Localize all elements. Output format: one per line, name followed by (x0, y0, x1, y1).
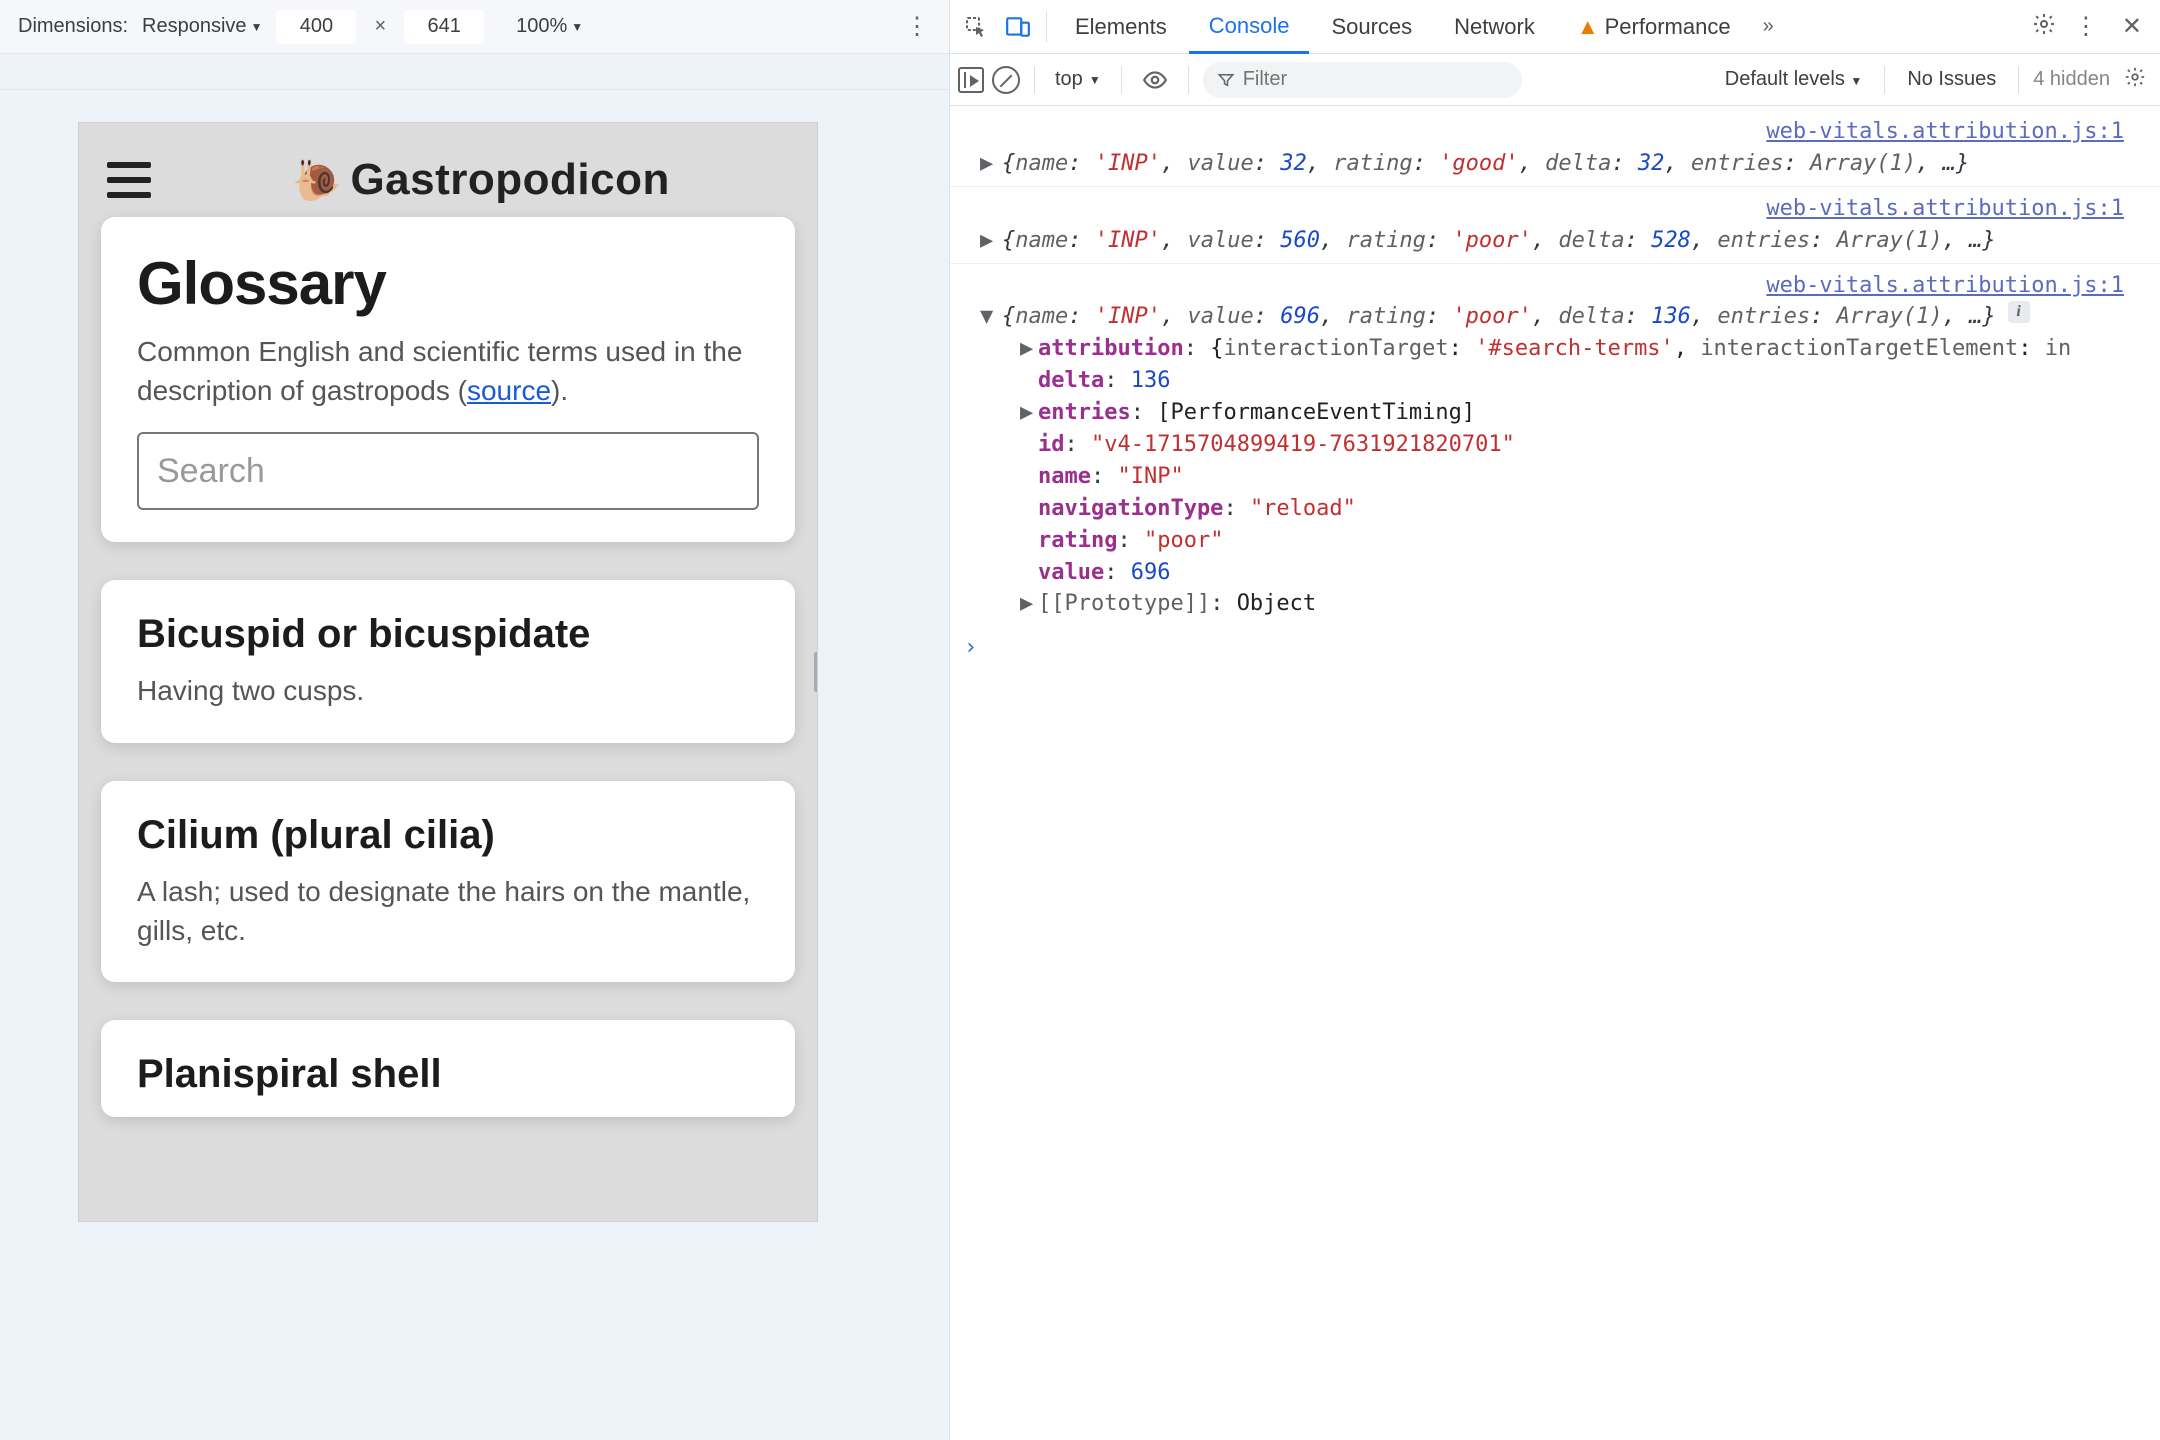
object-property[interactable]: ▶[[Prototype]]: Object (980, 588, 2150, 620)
expand-toggle-icon[interactable]: ▶ (1020, 397, 1038, 429)
device-frame[interactable]: 🐌Gastropodicon Glossary Common English a… (78, 122, 818, 1222)
devtools-menu-icon[interactable]: ⋮ (2064, 12, 2108, 41)
object-property[interactable]: navigationType: "reload" (980, 493, 2150, 525)
info-icon[interactable]: i (2008, 301, 2030, 323)
console-message: web-vitals.attribution.js:1 ▼{name: 'INP'… (950, 263, 2160, 627)
clear-console-icon[interactable] (992, 66, 1020, 94)
device-menu-icon[interactable]: ⋮ (897, 12, 937, 41)
inspect-icon[interactable] (956, 7, 996, 47)
source-link[interactable]: web-vitals.attribution.js:1 (1766, 196, 2124, 221)
object-property[interactable]: delta: 136 (980, 365, 2150, 397)
warning-icon: ▲ (1577, 14, 1599, 40)
brand-title: 🐌Gastropodicon (173, 155, 789, 205)
object-property[interactable]: value: 696 (980, 557, 2150, 589)
devtools-tabs: Elements Console Sources Network ▲Perfor… (950, 0, 2160, 54)
object-property[interactable]: ▶entries: [PerformanceEventTiming] (980, 397, 2150, 429)
viewport-surface: 🐌Gastropodicon Glossary Common English a… (0, 90, 949, 1440)
object-property[interactable]: ▶attribution: {interactionTarget: '#sear… (980, 333, 2150, 365)
filter-wrap[interactable] (1203, 62, 1522, 98)
height-input[interactable] (404, 10, 484, 44)
hamburger-icon[interactable] (107, 162, 151, 198)
object-property[interactable]: name: "INP" (980, 461, 2150, 493)
term-title: Cilium (plural cilia) (137, 813, 759, 858)
search-input[interactable] (137, 432, 759, 510)
chevron-down-icon: ▼ (1089, 73, 1101, 87)
console-message: web-vitals.attribution.js:1 ▶{name: 'INP'… (950, 186, 2160, 263)
console-settings-icon[interactable] (2118, 66, 2152, 94)
expand-toggle-icon[interactable]: ▼ (980, 301, 998, 333)
source-link[interactable]: source (467, 375, 551, 406)
term-title: Planispiral shell (137, 1052, 759, 1097)
object-property[interactable]: rating: "poor" (980, 525, 2150, 557)
expand-toggle-icon[interactable]: ▶ (1020, 333, 1038, 365)
device-toolbar: Dimensions: Responsive ▼ × 100% ▼ ⋮ (0, 0, 949, 54)
console-body[interactable]: web-vitals.attribution.js:1▶{name: 'INP'… (950, 106, 2160, 1440)
live-expression-icon[interactable] (1136, 67, 1174, 93)
term-body: A lash; used to designate the hairs on t… (137, 872, 759, 950)
term-title: Bicuspid or bicuspidate (137, 612, 759, 657)
term-card: Bicuspid or bicuspidate Having two cusps… (101, 580, 795, 742)
console-toolbar: top▼ Default levels ▼ No Issues 4 hidden (950, 54, 2160, 106)
settings-icon[interactable] (2026, 12, 2062, 42)
chevron-down-icon: ▼ (251, 20, 263, 34)
intro-card: Glossary Common English and scientific t… (101, 217, 795, 542)
term-body: Having two cusps. (137, 671, 759, 710)
expand-toggle-icon[interactable]: ▶ (980, 148, 998, 180)
page-intro: Common English and scientific terms used… (137, 332, 759, 410)
context-picker[interactable]: top▼ (1049, 68, 1107, 91)
issues-link[interactable]: No Issues (1899, 68, 2004, 91)
resize-handle-corner[interactable] (813, 1217, 818, 1222)
expand-toggle-icon[interactable]: ▶ (980, 225, 998, 257)
device-picker[interactable]: Responsive ▼ (142, 15, 262, 38)
width-input[interactable] (276, 10, 356, 44)
source-link[interactable]: web-vitals.attribution.js:1 (1766, 273, 2124, 298)
resize-handle-right[interactable] (809, 644, 818, 700)
filter-icon (1217, 71, 1235, 89)
close-icon[interactable]: ✕ (2110, 12, 2154, 41)
page-title: Glossary (137, 249, 759, 318)
tab-performance[interactable]: ▲Performance (1557, 0, 1751, 53)
snail-icon: 🐌 (292, 159, 342, 203)
chevron-down-icon: ▼ (1850, 74, 1862, 88)
splitter[interactable] (945, 90, 949, 1440)
rulers (0, 54, 949, 90)
object-property[interactable]: id: "v4-1715704899419-7631921820701" (980, 429, 2150, 461)
console-sidebar-toggle-icon[interactable] (958, 67, 984, 93)
log-object[interactable]: {name: 'INP', value: 32, rating: 'good',… (1002, 148, 1969, 180)
tab-network[interactable]: Network (1434, 0, 1555, 53)
more-tabs-icon[interactable]: » (1753, 15, 1784, 38)
device-name: Responsive (142, 15, 247, 38)
tab-elements[interactable]: Elements (1055, 0, 1187, 53)
console-prompt[interactable]: › (950, 626, 2160, 670)
dimensions-label: Dimensions: (12, 15, 128, 38)
term-card: Cilium (plural cilia) A lash; used to de… (101, 781, 795, 982)
expand-toggle-icon[interactable]: ▶ (1020, 588, 1038, 620)
zoom-picker[interactable]: 100% ▼ (516, 15, 583, 38)
filter-input[interactable] (1243, 68, 1508, 91)
zoom-value: 100% (516, 15, 567, 38)
console-message: web-vitals.attribution.js:1 ▶{name: 'INP'… (950, 110, 2160, 186)
source-link[interactable]: web-vitals.attribution.js:1 (1766, 119, 2124, 144)
tab-sources[interactable]: Sources (1311, 0, 1432, 53)
app-root: 🐌Gastropodicon Glossary Common English a… (79, 123, 817, 1221)
tab-console[interactable]: Console (1189, 1, 1310, 54)
term-card: Planispiral shell (101, 1020, 795, 1117)
times-icon: × (370, 15, 390, 38)
log-object[interactable]: {name: 'INP', value: 560, rating: 'poor'… (1002, 225, 1996, 257)
device-mode-icon[interactable] (998, 7, 1038, 47)
log-object[interactable]: {name: 'INP', value: 696, rating: 'poor'… (1002, 301, 1996, 333)
chevron-down-icon: ▼ (571, 20, 583, 34)
log-levels-picker[interactable]: Default levels ▼ (1717, 68, 1871, 91)
hidden-count: 4 hidden (2033, 68, 2110, 91)
